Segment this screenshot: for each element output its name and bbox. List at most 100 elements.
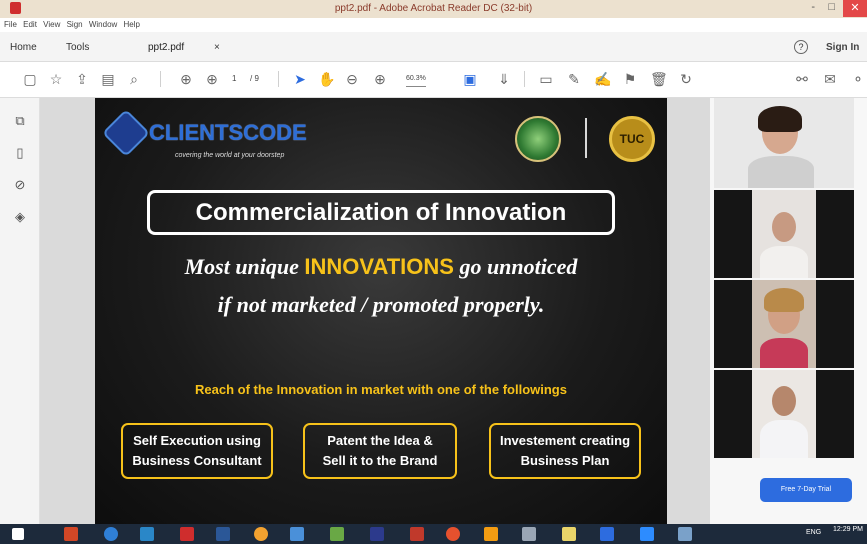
bookmark-star-icon[interactable]: ☆ — [48, 71, 64, 87]
hand-icon[interactable]: ✋ — [318, 71, 335, 87]
zoom-meeting-icon[interactable] — [640, 527, 654, 541]
zoom-out-icon[interactable]: ⊖ — [344, 71, 360, 87]
page-down-icon[interactable]: ⊕ — [204, 71, 220, 87]
menu-help[interactable]: Help — [124, 20, 140, 29]
stamp-icon[interactable]: ⚑ — [622, 71, 638, 87]
tab-document[interactable]: ppt2.pdf — [148, 42, 184, 53]
chrome-icon[interactable] — [446, 527, 460, 541]
bookmarks-icon[interactable]: ▯ — [13, 146, 27, 160]
participant-body — [748, 156, 814, 188]
system-tray-language[interactable]: ENG — [806, 529, 821, 536]
print-icon[interactable]: ▤ — [100, 71, 116, 87]
page-up-icon[interactable]: ⊕ — [178, 71, 194, 87]
video-tile-3[interactable] — [714, 280, 854, 368]
attachments-icon[interactable]: ⊘ — [13, 178, 27, 192]
delete-icon[interactable]: 🗑 — [650, 71, 668, 87]
zoom-in-icon[interactable]: ⊕ — [372, 71, 388, 87]
menu-view[interactable]: View — [43, 20, 60, 29]
participant-body — [760, 420, 808, 458]
word-icon[interactable] — [216, 527, 230, 541]
app-icon[interactable] — [254, 527, 268, 541]
app-icon[interactable] — [290, 527, 304, 541]
maximize-button[interactable]: □ — [828, 1, 835, 13]
search-icon[interactable]: ⌕ — [126, 71, 142, 87]
window-titlebar: ppt2.pdf - Adobe Acrobat Reader DC (32-b… — [0, 0, 867, 18]
participant-hair — [764, 288, 804, 312]
option-line: Business Consultant — [132, 453, 262, 468]
left-navigation-rail: ⧉ ▯ ⊘ ◈ ◂ — [0, 98, 53, 524]
menu-window[interactable]: Window — [89, 20, 117, 29]
rotate-icon[interactable]: ↻ — [678, 71, 694, 87]
sign-in-link[interactable]: Sign In — [826, 42, 859, 53]
app-icon[interactable] — [600, 527, 614, 541]
video-tile-4[interactable] — [714, 370, 854, 458]
slide-headline-line2: if not marketed / promoted properly. — [217, 292, 545, 317]
photoshop-icon[interactable] — [370, 527, 384, 541]
logo-divider — [585, 118, 587, 158]
share-icon[interactable]: ⚯ — [794, 71, 810, 87]
windows-start-icon[interactable] — [12, 528, 24, 540]
flash-icon[interactable] — [410, 527, 424, 541]
close-window-button[interactable]: ✕ — [843, 0, 867, 17]
scroll-mode-icon[interactable]: ⇓ — [496, 71, 512, 87]
option-box-business-plan: Investement creating Business Plan — [489, 423, 641, 479]
option-line: Sell it to the Brand — [322, 453, 438, 468]
app-icon[interactable] — [330, 527, 344, 541]
highlight-icon[interactable]: ✎ — [566, 71, 582, 87]
video-tile-1[interactable] — [714, 98, 854, 188]
help-icon[interactable]: ? — [794, 40, 808, 54]
free-trial-button[interactable]: Free 7-Day Trial — [760, 478, 852, 502]
fit-page-icon[interactable]: ▣ — [462, 71, 478, 87]
pointer-icon[interactable]: ➤ — [292, 71, 308, 87]
app-icon[interactable] — [522, 527, 536, 541]
vlc-icon[interactable] — [484, 527, 498, 541]
toolbar: ▢ ☆ ⇪ ▤ ⌕ ⊕ ⊕ 1 / 9 ➤ ✋ ⊖ ⊕ 60.3% ▣ ⇓ ▭ … — [0, 62, 867, 98]
option-line: Self Execution using — [133, 433, 261, 448]
logo-tagline: covering the world at your doorstep — [175, 152, 285, 159]
close-tab-icon[interactable]: × — [214, 42, 220, 53]
participant-hair — [758, 106, 802, 132]
slide-reach-text: Reach of the Innovation in market with o… — [195, 382, 567, 397]
menu-bar: File Edit View Sign Window Help — [0, 18, 867, 32]
window-title: ppt2.pdf - Adobe Acrobat Reader DC (32-b… — [334, 3, 533, 14]
comment-icon[interactable]: ▭ — [538, 71, 554, 87]
page-total: / 9 — [250, 74, 259, 83]
system-clock[interactable]: 12:29 PM — [833, 526, 863, 534]
menu-edit[interactable]: Edit — [23, 20, 37, 29]
option-box-self-execution: Self Execution using Business Consultant — [121, 423, 273, 479]
file-explorer-icon[interactable] — [140, 527, 154, 541]
participant-face — [772, 212, 796, 242]
tab-home[interactable]: Home — [10, 42, 37, 53]
save-icon[interactable]: ▢ — [22, 71, 38, 87]
page-number-field[interactable]: 1 — [232, 71, 236, 87]
headline-highlight: INNOVATIONS — [304, 254, 454, 279]
slide-title: Commercialization of Innovation — [147, 190, 615, 235]
mail-icon[interactable]: ✉ — [822, 71, 838, 87]
option-box-patent: Patent the Idea & Sell it to the Brand — [303, 423, 457, 479]
app-icon[interactable] — [678, 527, 692, 541]
right-panel: Free 7-Day Trial — [710, 98, 867, 524]
clientscode-logo-text: CLIENTSCODE — [149, 120, 307, 145]
tab-tools[interactable]: Tools — [66, 42, 89, 53]
toolbar-divider — [160, 71, 161, 87]
menu-sign[interactable]: Sign — [67, 20, 83, 29]
draw-icon[interactable]: ✍ — [594, 71, 611, 87]
pdf-slide-page: CLIENTSCODE covering the world at your d… — [95, 98, 667, 524]
page-thumbnails-icon[interactable]: ⧉ — [13, 114, 27, 128]
notes-icon[interactable] — [562, 527, 576, 541]
more-icon[interactable]: ⚬ — [850, 71, 866, 87]
video-tile-2[interactable] — [714, 190, 854, 278]
university-seal-logo — [515, 116, 561, 162]
option-line: Patent the Idea & — [327, 433, 433, 448]
upload-icon[interactable]: ⇪ — [74, 71, 90, 87]
option-line: Investement creating — [499, 433, 631, 448]
clientscode-logo-icon — [101, 108, 151, 158]
menu-file[interactable]: File — [4, 20, 17, 29]
minimize-button[interactable]: - — [811, 1, 815, 13]
participant-body — [760, 246, 808, 278]
layers-icon[interactable]: ◈ — [13, 210, 27, 224]
zoom-level-dropdown[interactable]: 60.3% — [406, 71, 426, 87]
acrobat-taskbar-icon[interactable] — [180, 527, 194, 541]
internet-explorer-icon[interactable] — [104, 527, 118, 541]
powerpoint-icon[interactable] — [64, 527, 78, 541]
